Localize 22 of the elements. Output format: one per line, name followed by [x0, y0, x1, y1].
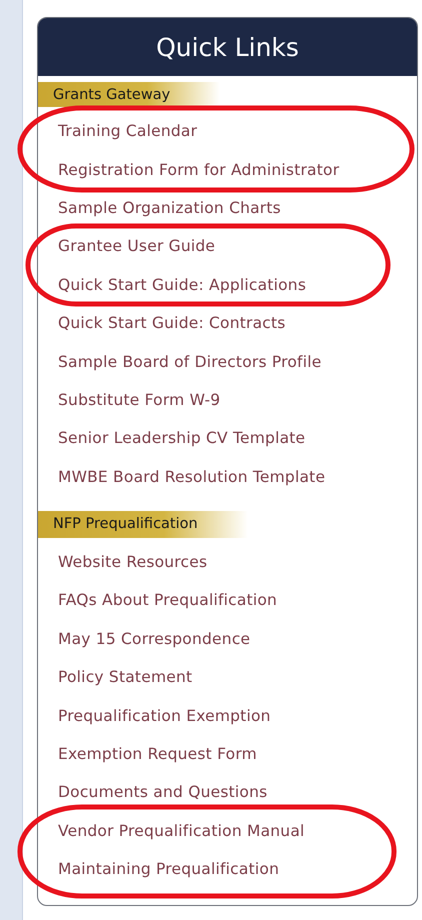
quick-link[interactable]: Substitute Form W-9 — [58, 390, 220, 409]
panel-title: Quick Links — [156, 32, 299, 62]
quick-link[interactable]: Website Resources — [58, 553, 208, 572]
quick-link[interactable]: FAQs About Prequalification — [58, 591, 278, 610]
quick-link[interactable]: Prequalification Exemption — [58, 706, 271, 725]
quick-link[interactable]: Training Calendar — [58, 122, 198, 140]
quick-link[interactable]: Quick Start Guide: Contracts — [58, 314, 286, 332]
quick-link[interactable]: Vendor Prequalification Manual — [58, 822, 305, 840]
quick-link[interactable]: Exemption Request Form — [58, 745, 257, 764]
quick-link[interactable]: Maintaining Prequalification — [58, 860, 280, 878]
section-heading: NFP Prequalification — [38, 510, 248, 538]
quick-link[interactable]: Registration Form for Administrator — [58, 160, 340, 179]
quick-link[interactable]: MWBE Board Resolution Template — [58, 468, 326, 486]
quick-link[interactable]: Senior Leadership CV Template — [58, 429, 306, 448]
quick-link[interactable]: May 15 Correspondence — [58, 630, 250, 648]
section-heading: Grants Gateway — [38, 82, 220, 107]
quick-link[interactable]: Documents and Questions — [58, 783, 268, 802]
quick-link[interactable]: Policy Statement — [58, 668, 192, 686]
quick-link[interactable]: Sample Board of Directors Profile — [58, 352, 322, 371]
quick-link[interactable]: Grantee User Guide — [58, 237, 216, 256]
quick-link[interactable]: Sample Organization Charts — [58, 198, 281, 217]
quick-link[interactable]: Quick Start Guide: Applications — [58, 276, 306, 294]
